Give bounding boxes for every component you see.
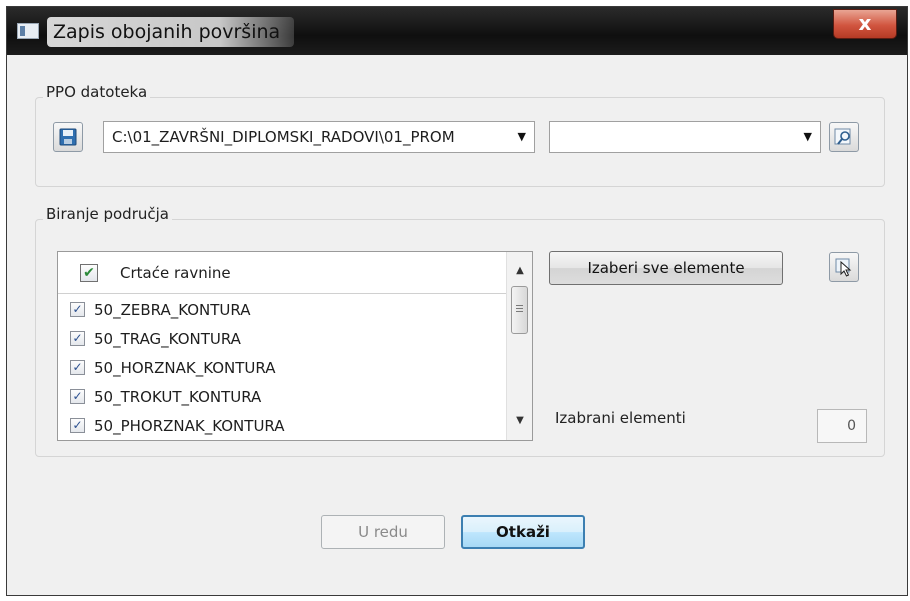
chevron-down-icon: ▼ [517, 130, 526, 143]
ppo-path-combo[interactable]: C:\01_ZAVRŠNI_DIPLOMSKI_RADOVI\01_PROM ▼ [103, 121, 535, 153]
grip-line [516, 311, 523, 312]
ppo-path-value: C:\01_ZAVRŠNI_DIPLOMSKI_RADOVI\01_PROM [112, 128, 455, 146]
ok-button[interactable]: U redu [321, 515, 445, 549]
list-item-label: 50_PHORZNAK_KONTURA [94, 417, 285, 435]
list-item[interactable]: ✓ 50_TROKUT_KONTURA [58, 385, 506, 411]
list-item-label: 50_TRAG_KONTURA [94, 330, 241, 348]
title-bar[interactable]: Zapis obojanih površina x [7, 7, 907, 55]
layer-listbox[interactable]: ✔ Crtaće ravnine ✓ 50_ZEBRA_KONTURA ✓ 50… [57, 251, 533, 441]
ppo-file-group-label: PPO datoteka [43, 83, 151, 101]
browse-button[interactable] [829, 122, 859, 152]
scroll-thumb[interactable] [511, 286, 528, 334]
grip-line [516, 308, 523, 309]
item-checkbox[interactable]: ✓ [70, 418, 85, 433]
list-item[interactable]: ✓ 50_PHORZNAK_KONTURA [58, 414, 506, 440]
list-item[interactable]: ✓ 50_HORZNAK_KONTURA [58, 356, 506, 382]
cancel-button[interactable]: Otkaži [461, 515, 585, 549]
list-item-label: 50_HORZNAK_KONTURA [94, 359, 276, 377]
select-elements-button[interactable] [829, 252, 859, 282]
window-icon [17, 23, 39, 39]
dialog-window: Zapis obojanih površina x PPO datoteka C… [6, 6, 908, 596]
select-pointer-icon [835, 258, 852, 277]
grip-line [516, 305, 523, 306]
list-item[interactable]: ✓ 50_TRAG_KONTURA [58, 327, 506, 353]
scroll-down-icon[interactable]: ▼ [507, 410, 532, 432]
area-selection-group-label: Biranje područja [43, 205, 172, 223]
list-header-row[interactable]: ✔ Crtaće ravnine [58, 252, 506, 294]
selected-elements-label: Izabrani elementi [555, 409, 686, 427]
item-checkbox[interactable]: ✓ [70, 389, 85, 404]
scroll-up-icon[interactable]: ▲ [507, 260, 532, 282]
window-title: Zapis obojanih površina [47, 17, 295, 47]
save-disk-icon [59, 128, 77, 146]
select-all-button[interactable]: Izaberi sve elemente [549, 251, 783, 285]
list-item-label: 50_TROKUT_KONTURA [94, 388, 262, 406]
close-button[interactable]: x [833, 9, 897, 39]
chevron-down-icon: ▼ [803, 130, 812, 143]
browse-search-icon [834, 128, 851, 145]
item-checkbox[interactable]: ✓ [70, 331, 85, 346]
selected-count-field: 0 [817, 409, 867, 443]
ppo-secondary-combo[interactable]: ▼ [549, 121, 821, 153]
header-checkbox[interactable]: ✔ [80, 264, 98, 282]
list-scrollbar[interactable]: ▲ ▼ [506, 252, 532, 440]
item-checkbox[interactable]: ✓ [70, 360, 85, 375]
list-header-label: Crtaće ravnine [120, 264, 231, 282]
list-item[interactable]: ✓ 50_ZEBRA_KONTURA [58, 298, 506, 324]
list-item-label: 50_ZEBRA_KONTURA [94, 301, 251, 319]
item-checkbox[interactable]: ✓ [70, 302, 85, 317]
save-file-button[interactable] [53, 122, 83, 152]
